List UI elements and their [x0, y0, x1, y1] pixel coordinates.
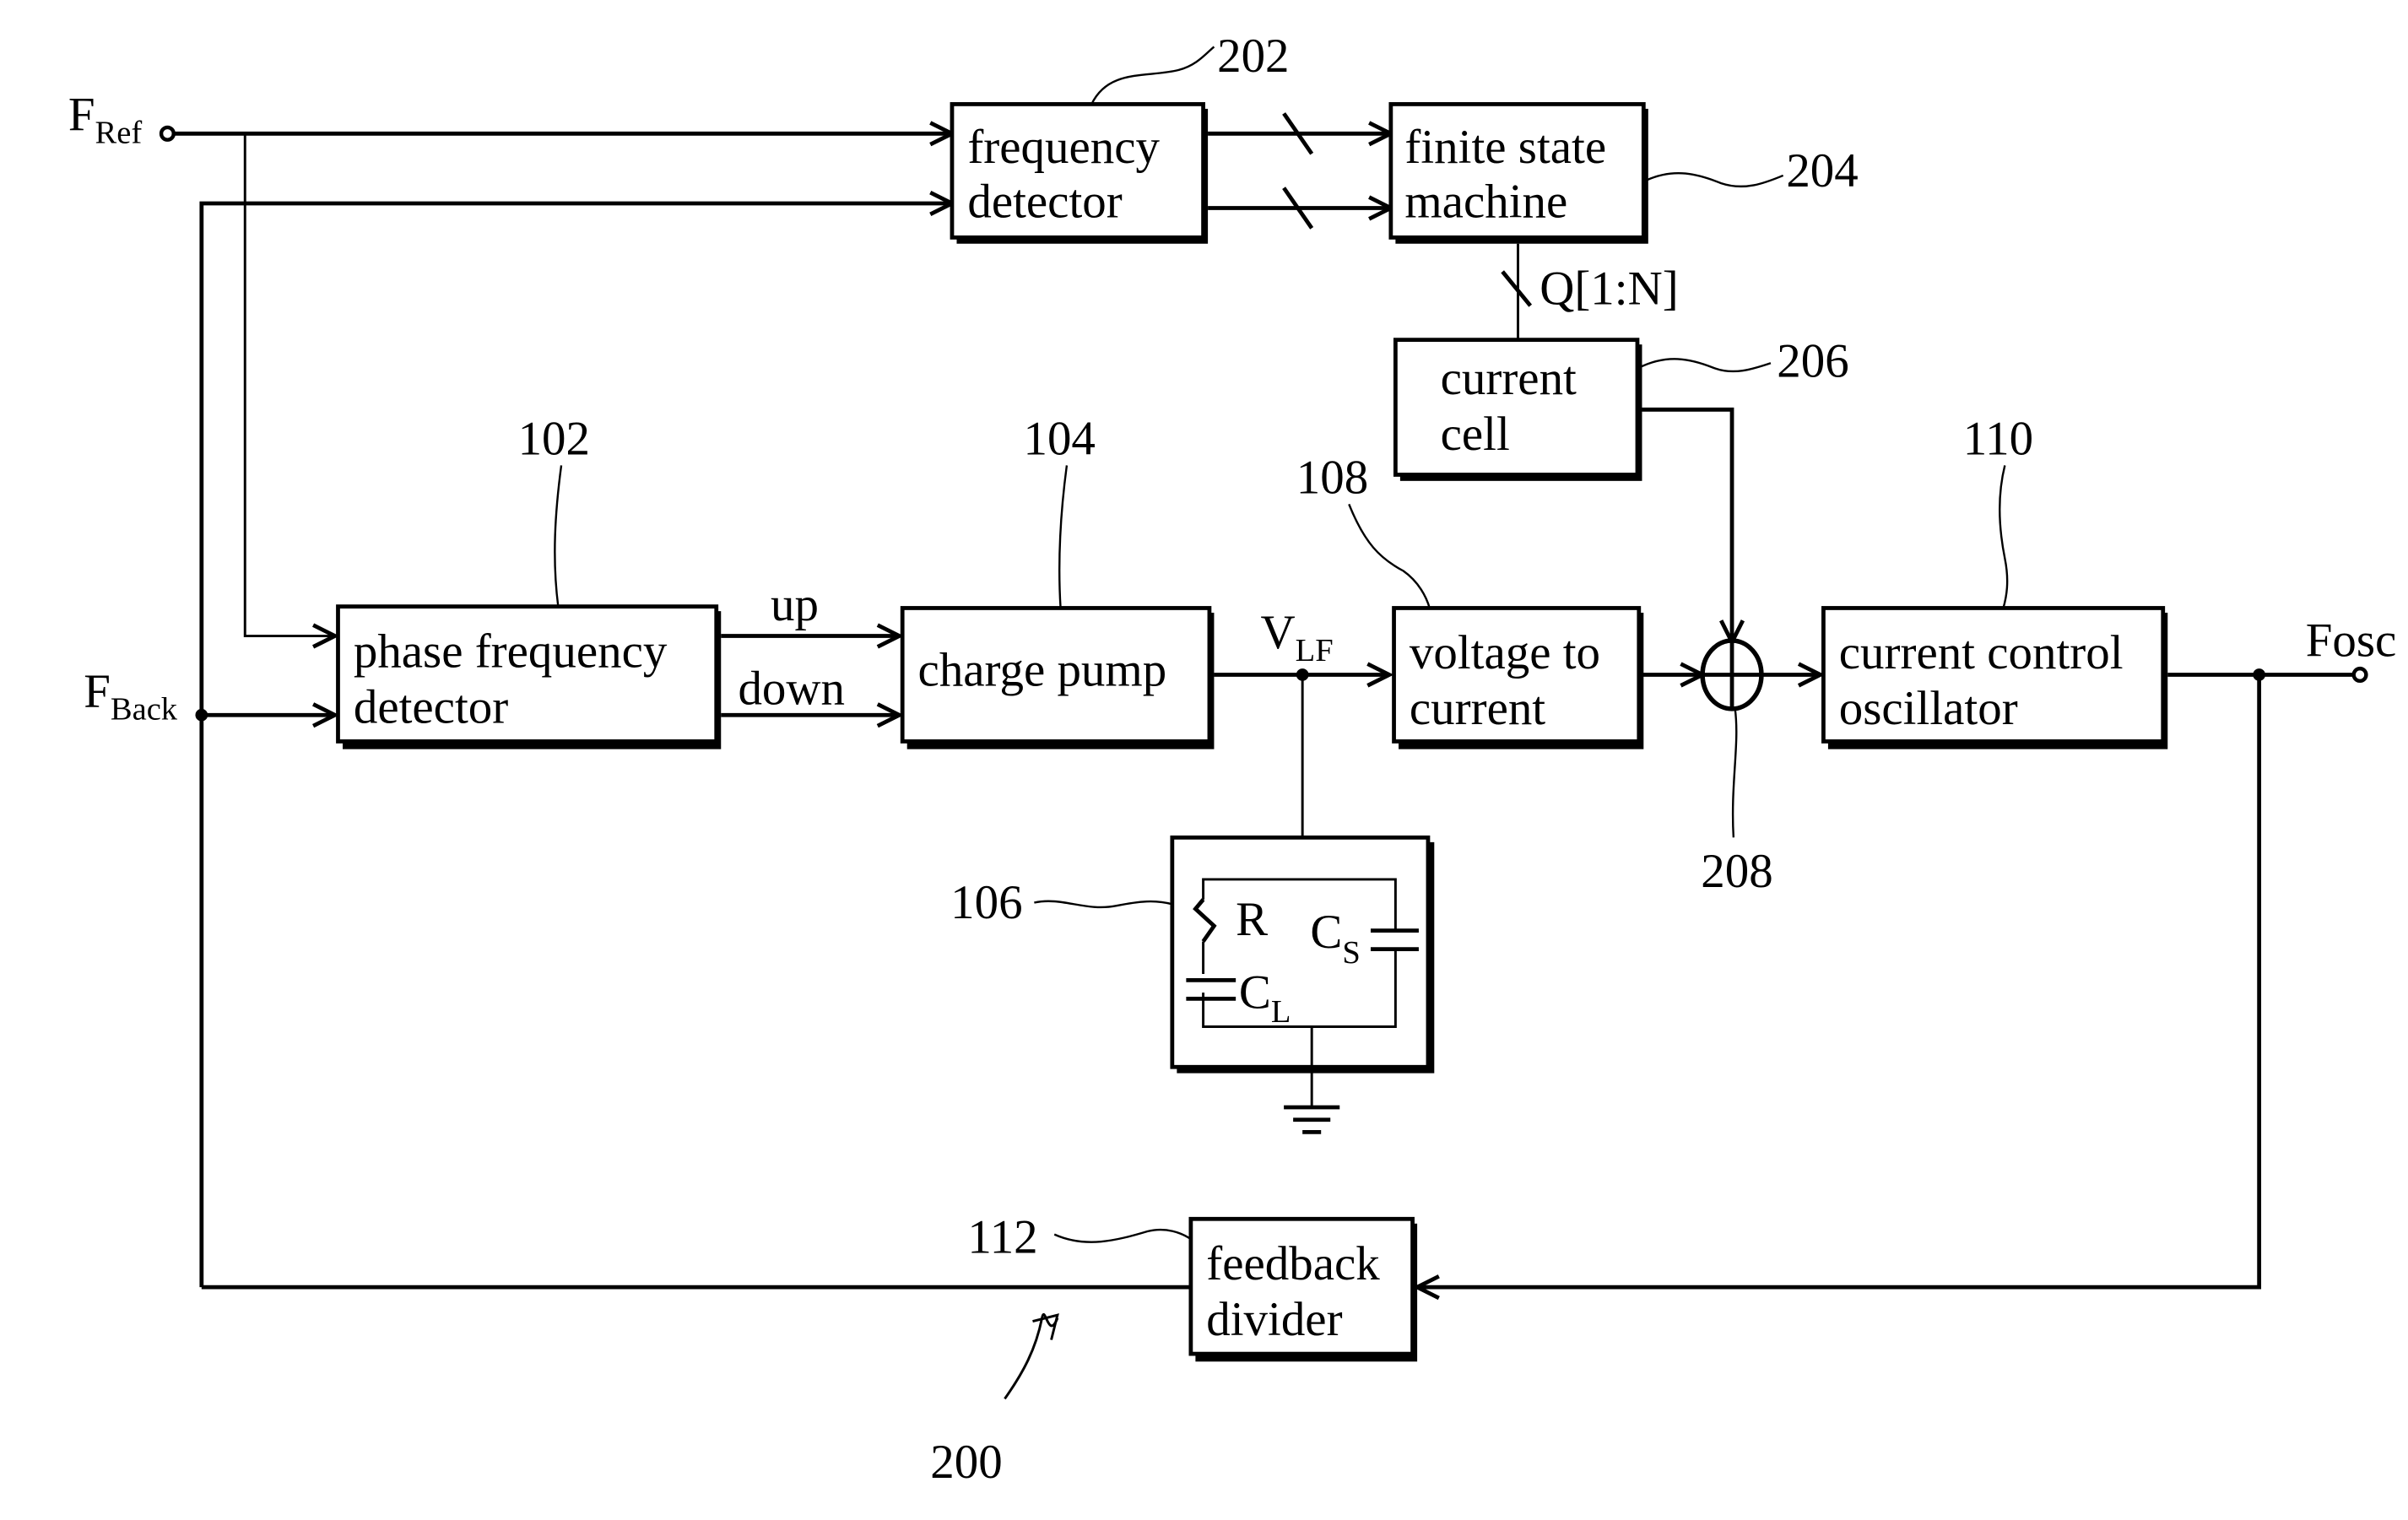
- voltage-to-current-block[interactable]: voltage to current: [1392, 606, 1644, 749]
- leader-106: [1034, 900, 1173, 909]
- vlf-label: VLF: [1261, 606, 1334, 668]
- f-ref-wire-down: [243, 133, 335, 638]
- summer-block[interactable]: [1700, 638, 1764, 711]
- leader-204: [1646, 172, 1784, 188]
- pll-block-diagram: FRef FBack frequency detector 202 finite…: [68, 30, 2397, 1489]
- ref-104: 104: [1023, 413, 1095, 466]
- fsm-label-line1: finite state: [1404, 121, 1606, 174]
- leader-104: [1058, 465, 1069, 609]
- current-cell-to-summer: [1642, 407, 1734, 641]
- up-label: up: [771, 578, 819, 631]
- charge-pump-label: charge pump: [918, 643, 1167, 696]
- leader-202: [1090, 46, 1215, 105]
- charge-pump-block[interactable]: charge pump: [900, 606, 1215, 749]
- cco-label-line1: current control: [1839, 626, 2124, 679]
- fosc-terminal: [2351, 666, 2368, 684]
- v2i-label-line1: voltage to: [1410, 626, 1600, 679]
- resistor-label: R: [1236, 893, 1268, 946]
- v2i-label-line2: current: [1410, 682, 1545, 735]
- q-bus-label: Q[1:N]: [1539, 262, 1678, 315]
- ref-108: 108: [1296, 452, 1368, 505]
- ref-110: 110: [1963, 413, 2033, 466]
- loop-filter-block[interactable]: R CL CS: [1170, 835, 1435, 1074]
- ref-102: 102: [518, 413, 590, 466]
- frequency-detector-label-line2: detector: [967, 176, 1122, 229]
- ref-200: 200: [930, 1436, 1002, 1489]
- fbdiv-label-line1: feedback: [1206, 1237, 1380, 1290]
- f-ref-label: FRef: [68, 89, 143, 151]
- svg-text:FBack: FBack: [84, 665, 178, 728]
- pfd-label-line1: phase frequency: [354, 625, 668, 678]
- f-ref-terminal: [159, 125, 176, 142]
- pfd-label-line2: detector: [354, 680, 508, 733]
- f-back-label: FBack: [84, 665, 178, 728]
- ref-202: 202: [1217, 30, 1289, 83]
- cco-label-line2: oscillator: [1839, 682, 2018, 735]
- svg-text:VLF: VLF: [1261, 606, 1334, 668]
- current-cell-block[interactable]: current cell: [1393, 338, 1642, 481]
- fsm-label-line2: machine: [1404, 176, 1567, 229]
- ref-200-arrow: [1004, 1312, 1059, 1400]
- leader-206: [1638, 358, 1772, 373]
- fosc-label: Fosc: [2306, 614, 2397, 667]
- ground-icon: [1284, 1105, 1340, 1134]
- current-cell-label-line2: cell: [1441, 408, 1510, 461]
- ref-204: 204: [1786, 144, 1858, 197]
- feedback-divider-block[interactable]: feedback divider: [1188, 1216, 1418, 1362]
- fbdiv-label-line2: divider: [1206, 1293, 1342, 1346]
- leader-102: [554, 465, 563, 607]
- ref-106: 106: [950, 876, 1022, 929]
- finite-state-machine-block[interactable]: finite state machine: [1388, 102, 1648, 244]
- frequency-detector-label-line1: frequency: [967, 121, 1160, 174]
- leader-108: [1348, 503, 1431, 609]
- down-label: down: [738, 662, 845, 715]
- phase-frequency-detector-block[interactable]: phase frequency detector: [336, 604, 722, 749]
- current-control-oscillator-block[interactable]: current control oscillator: [1821, 606, 2168, 749]
- frequency-detector-block[interactable]: frequency detector: [950, 102, 1209, 244]
- svg-text:FRef: FRef: [68, 89, 143, 151]
- feedback-return-wire: [1417, 674, 2262, 1290]
- leader-110: [1998, 465, 2009, 609]
- q-bus-slash: [1501, 270, 1533, 307]
- current-cell-label-line1: current: [1441, 352, 1577, 405]
- leader-208: [1731, 708, 1738, 838]
- leader-112: [1053, 1228, 1192, 1243]
- ref-206: 206: [1777, 335, 1848, 388]
- ref-208: 208: [1701, 845, 1772, 898]
- ref-112: 112: [967, 1211, 1037, 1264]
